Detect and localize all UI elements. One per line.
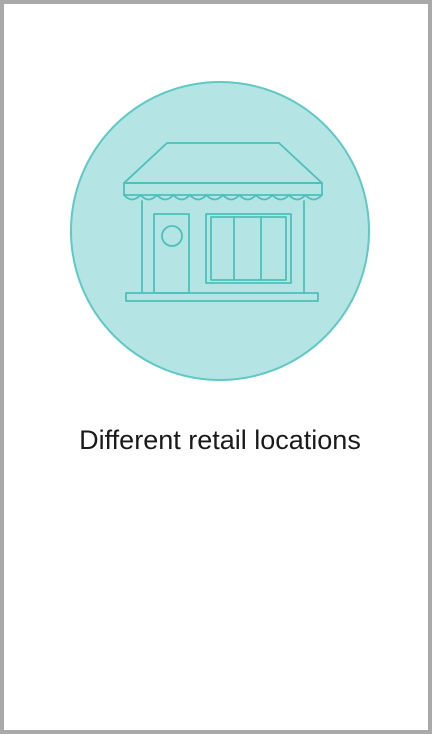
storefront-icon: [68, 79, 372, 383]
info-card: Different retail locations: [0, 0, 432, 734]
card-caption: Different retail locations: [79, 425, 361, 455]
